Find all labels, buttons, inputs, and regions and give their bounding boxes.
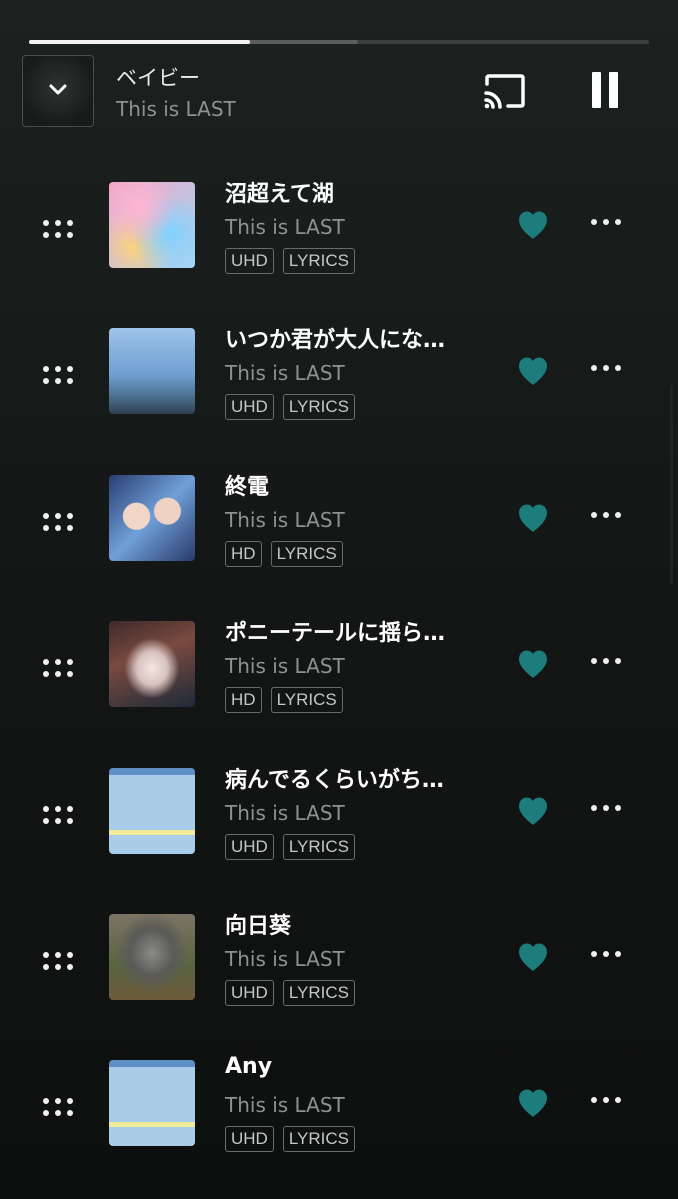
pause-button[interactable]	[590, 72, 620, 110]
more-options-icon[interactable]	[591, 219, 621, 229]
lyrics-badge: LYRICS	[282, 248, 355, 274]
heart-icon[interactable]	[517, 503, 549, 533]
track-artist: This is LAST	[225, 654, 345, 678]
album-art	[109, 621, 195, 707]
heart-icon[interactable]	[517, 1088, 549, 1118]
drag-handle-icon[interactable]	[43, 220, 73, 240]
track-title: 沼超えて湖	[225, 182, 334, 207]
quality-badge: UHD	[225, 394, 274, 420]
drag-handle-icon[interactable]	[43, 806, 73, 826]
more-options-icon[interactable]	[591, 365, 621, 375]
quality-badge: HD	[225, 687, 262, 713]
lyrics-badge: LYRICS	[282, 834, 355, 860]
more-options-icon[interactable]	[591, 1097, 621, 1107]
track-artist: This is LAST	[225, 361, 345, 385]
collapse-player-button[interactable]	[22, 55, 94, 127]
more-options-icon[interactable]	[591, 512, 621, 522]
track-row[interactable]: 病んでるくらいがち… This is LAST UHD LYRICS	[0, 768, 678, 878]
track-row[interactable]: Any This is LAST UHD LYRICS	[0, 1054, 678, 1170]
drag-handle-icon[interactable]	[43, 366, 73, 386]
progress-played	[29, 40, 251, 44]
track-title: ポニーテールに揺ら…	[225, 621, 446, 646]
lyrics-badge: LYRICS	[282, 1126, 355, 1152]
heart-icon[interactable]	[517, 942, 549, 972]
track-row[interactable]: 沼超えて湖 This is LAST UHD LYRICS	[0, 182, 678, 292]
quality-badge: UHD	[225, 980, 274, 1006]
album-art	[109, 182, 195, 268]
track-artist: This is LAST	[225, 801, 345, 825]
track-title: Any	[225, 1054, 273, 1079]
more-options-icon[interactable]	[591, 951, 621, 961]
heart-icon[interactable]	[517, 796, 549, 826]
album-art	[109, 475, 195, 561]
heart-icon[interactable]	[517, 356, 549, 386]
now-playing-title: ベイビー	[116, 66, 200, 90]
drag-handle-icon[interactable]	[43, 952, 73, 972]
quality-badge: HD	[225, 541, 262, 567]
track-title: 病んでるくらいがち…	[225, 768, 444, 793]
track-title: いつか君が大人にな…	[225, 328, 446, 353]
drag-handle-icon[interactable]	[43, 1098, 73, 1118]
album-art	[109, 1060, 195, 1146]
album-art	[109, 914, 195, 1000]
pause-icon	[592, 72, 601, 108]
now-playing-artist: This is LAST	[116, 97, 236, 121]
drag-handle-icon[interactable]	[43, 659, 73, 679]
pause-icon-bar	[609, 72, 618, 108]
track-row[interactable]: いつか君が大人にな… This is LAST UHD LYRICS	[0, 328, 678, 438]
heart-icon[interactable]	[517, 210, 549, 240]
lyrics-badge: LYRICS	[282, 980, 355, 1006]
chevron-down-icon	[49, 84, 67, 95]
track-artist: This is LAST	[225, 508, 345, 532]
more-options-icon[interactable]	[591, 805, 621, 815]
album-art	[109, 768, 195, 854]
playback-progress-bar[interactable]	[29, 40, 649, 44]
track-title: 向日葵	[225, 914, 292, 939]
lyrics-badge: LYRICS	[282, 394, 355, 420]
track-artist: This is LAST	[225, 947, 345, 971]
track-row[interactable]: ポニーテールに揺ら… This is LAST HD LYRICS	[0, 621, 678, 731]
track-row[interactable]: 向日葵 This is LAST UHD LYRICS	[0, 914, 678, 1024]
album-art	[109, 328, 195, 414]
track-row[interactable]: 終電 This is LAST HD LYRICS	[0, 475, 678, 585]
quality-badge: UHD	[225, 248, 274, 274]
cast-icon	[484, 74, 525, 109]
track-artist: This is LAST	[225, 1093, 345, 1117]
lyrics-badge: LYRICS	[270, 687, 343, 713]
quality-badge: UHD	[225, 1126, 274, 1152]
heart-icon[interactable]	[517, 649, 549, 679]
lyrics-badge: LYRICS	[270, 541, 343, 567]
quality-badge: UHD	[225, 834, 274, 860]
cast-button[interactable]	[482, 72, 528, 112]
drag-handle-icon[interactable]	[43, 513, 73, 533]
track-title: 終電	[225, 475, 270, 500]
more-options-icon[interactable]	[591, 658, 621, 668]
track-artist: This is LAST	[225, 215, 345, 239]
